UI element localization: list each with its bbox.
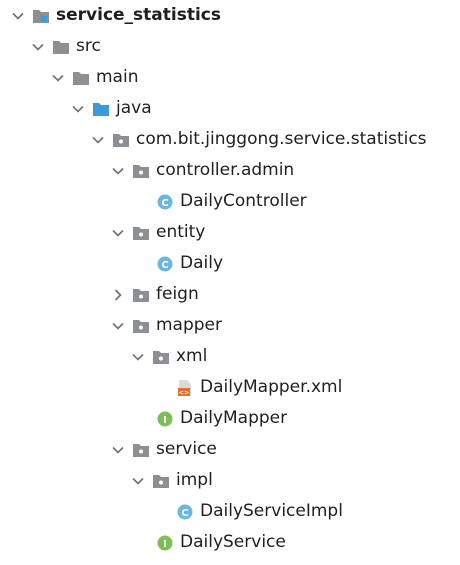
tree-node-label: Daily [180, 253, 224, 273]
tree-node-daily[interactable]: C Daily [132, 248, 223, 279]
tree-node-feign[interactable]: feign [108, 279, 199, 310]
svg-text:C: C [161, 198, 168, 209]
tree-node-label: impl [176, 470, 213, 490]
package-icon [132, 317, 150, 335]
tree-node-label: java [116, 98, 152, 118]
chevron-down-icon[interactable] [128, 347, 148, 367]
tree-node-package-root[interactable]: com.bit.jinggong.service.statistics [88, 124, 427, 155]
tree-node-java[interactable]: java [68, 93, 152, 124]
tree-node-label: mapper [156, 315, 223, 335]
tree-node-label: controller.admin [156, 160, 295, 180]
package-icon [132, 441, 150, 459]
chevron-down-icon[interactable] [128, 471, 148, 491]
xml-file-icon: <> [176, 379, 194, 397]
chevron-down-icon[interactable] [28, 37, 48, 57]
svg-text:I: I [163, 415, 167, 426]
chevron-down-icon[interactable] [88, 130, 108, 150]
tree-node-impl[interactable]: impl [128, 465, 213, 496]
interface-icon: I [156, 410, 174, 428]
package-icon [112, 131, 130, 149]
folder-icon [72, 69, 90, 87]
folder-icon [52, 38, 70, 56]
svg-text:I: I [163, 539, 167, 550]
tree-node-label: service [156, 439, 217, 459]
svg-text:C: C [161, 260, 168, 271]
tree-node-label: feign [156, 284, 199, 304]
interface-icon: I [156, 534, 174, 552]
tree-node-label: entity [156, 222, 206, 242]
tree-node-service-statistics[interactable]: service_statistics [8, 0, 221, 31]
class-icon: C [176, 503, 194, 521]
class-icon: C [156, 193, 174, 211]
tree-node-controller-admin[interactable]: controller.admin [108, 155, 294, 186]
tree-node-label: DailyMapper [180, 408, 288, 428]
tree-node-daily-service-impl[interactable]: C DailyServiceImpl [152, 496, 343, 527]
source-root-folder-icon [92, 100, 110, 118]
tree-node-xml[interactable]: xml [128, 341, 207, 372]
package-icon [152, 348, 170, 366]
tree-node-label: src [76, 36, 101, 56]
chevron-right-icon[interactable] [108, 285, 128, 305]
tree-node-label: service_statistics [56, 5, 221, 25]
tree-node-src[interactable]: src [28, 31, 101, 62]
tree-node-label: DailyService [180, 532, 286, 552]
chevron-down-icon[interactable] [108, 316, 128, 336]
tree-node-label: DailyMapper.xml [200, 377, 343, 397]
module-folder-icon [32, 7, 50, 25]
tree-node-daily-controller[interactable]: C DailyController [132, 186, 307, 217]
tree-node-entity[interactable]: entity [108, 217, 205, 248]
svg-text:C: C [181, 508, 188, 519]
package-icon [132, 286, 150, 304]
tree-node-label: DailyServiceImpl [200, 501, 343, 521]
package-icon [152, 472, 170, 490]
chevron-down-icon[interactable] [68, 99, 88, 119]
svg-text:<>: <> [179, 388, 190, 396]
tree-node-label: com.bit.jinggong.service.statistics [136, 129, 427, 149]
package-icon [132, 224, 150, 242]
tree-node-mapper[interactable]: mapper [108, 310, 222, 341]
tree-node-label: main [96, 67, 139, 87]
tree-node-daily-mapper-xml[interactable]: <> DailyMapper.xml [152, 372, 342, 403]
package-icon [132, 162, 150, 180]
class-icon: C [156, 255, 174, 273]
tree-node-service[interactable]: service [108, 434, 217, 465]
chevron-down-icon[interactable] [108, 223, 128, 243]
chevron-down-icon[interactable] [8, 6, 28, 26]
tree-node-main[interactable]: main [48, 62, 138, 93]
tree-node-daily-service[interactable]: I DailyService [132, 527, 286, 558]
tree-node-label: xml [176, 346, 208, 366]
project-tree: service_statistics src main java com.bit… [0, 0, 460, 565]
chevron-down-icon[interactable] [48, 68, 68, 88]
tree-node-label: DailyController [180, 191, 307, 211]
chevron-down-icon[interactable] [108, 161, 128, 181]
chevron-down-icon[interactable] [108, 440, 128, 460]
tree-node-daily-mapper[interactable]: I DailyMapper [132, 403, 287, 434]
